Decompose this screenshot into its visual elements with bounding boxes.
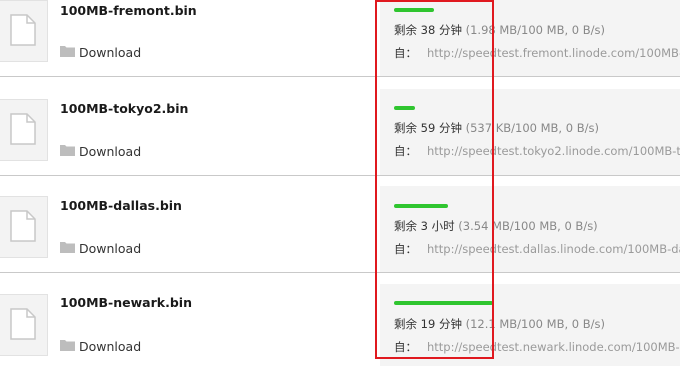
file-name: 100MB-dallas.bin [60, 198, 182, 213]
progress-fill [394, 8, 434, 12]
source-url[interactable]: http://speedtest.fremont.linode.com/100M… [427, 46, 680, 60]
progress-fill [394, 204, 448, 208]
source-label: 自： [394, 340, 417, 354]
folder-icon [60, 339, 75, 354]
folder-icon [60, 241, 75, 256]
transfer-detail: (3.54 MB/100 MB, 0 B/s) [458, 219, 598, 233]
source-label: 自： [394, 46, 417, 60]
file-icon [0, 294, 48, 356]
progress-fill [394, 301, 493, 305]
time-remaining: 剩余 59 分钟 [394, 121, 462, 135]
time-remaining: 剩余 19 分钟 [394, 317, 462, 331]
download-link[interactable]: Download [60, 339, 141, 354]
progress-bar [394, 106, 680, 110]
download-item[interactable]: 100MB-fremont.bin Download 剩余 38 分钟 (1.9… [0, 0, 680, 77]
file-name: 100MB-tokyo2.bin [60, 101, 189, 116]
download-item[interactable]: 100MB-tokyo2.bin Download 剩余 59 分钟 (537 … [0, 89, 680, 176]
file-icon [0, 99, 48, 161]
source-label: 自： [394, 242, 417, 256]
status-text: 剩余 59 分钟 (537 KB/100 MB, 0 B/s) [394, 120, 599, 136]
progress-bar [394, 8, 680, 12]
transfer-detail: (537 KB/100 MB, 0 B/s) [465, 121, 599, 135]
download-link[interactable]: Download [60, 144, 141, 159]
download-label: Download [79, 241, 142, 256]
file-name: 100MB-fremont.bin [60, 3, 197, 18]
source-line: 自： http://speedtest.fremont.linode.com/10… [394, 45, 680, 61]
source-line: 自： http://speedtest.newark.linode.com/100… [394, 339, 680, 355]
progress-bar [394, 301, 680, 305]
source-line: 自： http://speedtest.dallas.linode.com/100… [394, 241, 680, 257]
download-item[interactable]: 100MB-newark.bin Download 剩余 19 分钟 (12.1… [0, 284, 680, 366]
time-remaining: 剩余 38 分钟 [394, 23, 462, 37]
source-line: 自： http://speedtest.tokyo2.linode.com/100… [394, 143, 680, 159]
transfer-detail: (12.1 MB/100 MB, 0 B/s) [465, 317, 605, 331]
download-label: Download [79, 144, 142, 159]
download-link[interactable]: Download [60, 45, 141, 60]
file-icon [0, 196, 48, 258]
progress-bar [394, 204, 680, 208]
download-item[interactable]: 100MB-dallas.bin Download 剩余 3 小时 (3.54 … [0, 186, 680, 273]
status-text: 剩余 38 分钟 (1.98 MB/100 MB, 0 B/s) [394, 22, 605, 38]
progress-fill [394, 106, 415, 110]
folder-icon [60, 144, 75, 159]
source-label: 自： [394, 144, 417, 158]
status-text: 剩余 3 小时 (3.54 MB/100 MB, 0 B/s) [394, 218, 598, 234]
transfer-detail: (1.98 MB/100 MB, 0 B/s) [465, 23, 605, 37]
file-icon [0, 0, 48, 62]
downloads-list: 100MB-fremont.bin Download 剩余 38 分钟 (1.9… [0, 0, 680, 366]
download-link[interactable]: Download [60, 241, 141, 256]
download-label: Download [79, 45, 142, 60]
source-url[interactable]: http://speedtest.newark.linode.com/100MB… [427, 340, 680, 354]
status-text: 剩余 19 分钟 (12.1 MB/100 MB, 0 B/s) [394, 316, 605, 332]
file-name: 100MB-newark.bin [60, 295, 192, 310]
source-url[interactable]: http://speedtest.dallas.linode.com/100MB… [427, 242, 680, 256]
time-remaining: 剩余 3 小时 [394, 219, 455, 233]
download-label: Download [79, 339, 142, 354]
folder-icon [60, 45, 75, 60]
source-url[interactable]: http://speedtest.tokyo2.linode.com/100MB… [427, 144, 680, 158]
